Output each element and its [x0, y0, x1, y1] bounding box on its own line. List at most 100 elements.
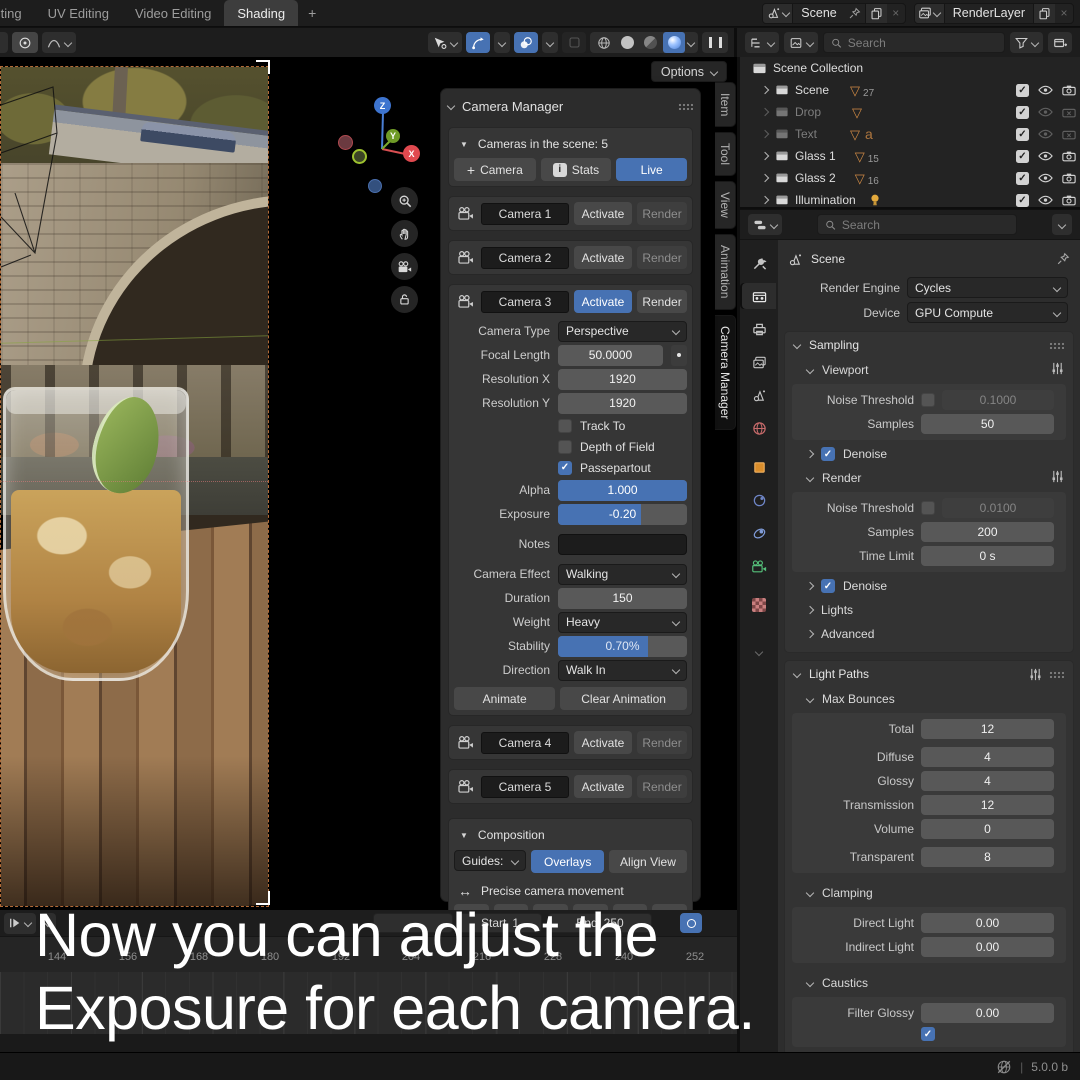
- tab-shading[interactable]: Shading: [224, 0, 298, 26]
- render-camera-1-button[interactable]: Render: [637, 202, 687, 225]
- denoise-checkbox[interactable]: [821, 579, 835, 593]
- activate-camera-2-button[interactable]: Activate: [574, 246, 632, 269]
- tab-texture-icon[interactable]: [742, 592, 776, 618]
- camera-type-dropdown[interactable]: Perspective: [558, 321, 687, 342]
- camera-name-field[interactable]: Camera 1: [481, 203, 569, 225]
- alpha-slider[interactable]: 1.000: [558, 480, 687, 501]
- camera-name-field[interactable]: Camera 4: [481, 732, 569, 754]
- camera-view-icon[interactable]: [391, 253, 418, 280]
- gizmo-y-negative[interactable]: [352, 149, 367, 164]
- tab-camera-manager[interactable]: Camera Manager: [715, 315, 736, 430]
- glossy-bounces-field[interactable]: 4: [921, 771, 1054, 791]
- camera-restrict-icon[interactable]: [1062, 106, 1076, 118]
- expand-icon[interactable]: [761, 152, 769, 160]
- tab-view-layer-icon[interactable]: [742, 349, 776, 375]
- breadcrumb-scene-label[interactable]: Scene: [811, 252, 845, 266]
- expand-icon[interactable]: [761, 196, 769, 204]
- viewport-denoise-row[interactable]: Denoise: [785, 442, 1073, 466]
- direct-light-field[interactable]: 0.00: [921, 913, 1054, 933]
- view-layer-icon[interactable]: [915, 4, 945, 23]
- tabs-overflow-chevron-icon[interactable]: [742, 639, 776, 665]
- remove-layer-icon[interactable]: ×: [1055, 6, 1073, 20]
- tab-physics-icon[interactable]: [742, 487, 776, 513]
- falloff-curve-icon[interactable]: [42, 32, 76, 53]
- properties-options-icon[interactable]: [1052, 214, 1072, 235]
- stats-button[interactable]: i Stats: [541, 158, 612, 181]
- outliner-row-glass-1[interactable]: Glass 1 ▽ 15 ✓: [740, 145, 1080, 167]
- camera-name-field[interactable]: Camera 5: [481, 776, 569, 798]
- hide-eye-icon[interactable]: [1038, 107, 1053, 117]
- gizmo-dropdown-icon[interactable]: [494, 32, 510, 53]
- light-paths-header[interactable]: Light Paths: [785, 661, 1073, 687]
- overlays-button[interactable]: Overlays: [531, 850, 603, 873]
- tab-animation[interactable]: Animation: [715, 234, 736, 309]
- overlays-dropdown-icon[interactable]: [542, 32, 558, 53]
- camera-restrict-icon[interactable]: [1062, 172, 1076, 184]
- noise-threshold-checkbox[interactable]: [921, 501, 935, 515]
- options-button[interactable]: Options: [651, 61, 727, 82]
- add-workspace-button[interactable]: +: [298, 0, 326, 26]
- panel-grip-icon[interactable]: [678, 103, 693, 110]
- unlink-scene-icon[interactable]: ×: [887, 6, 905, 20]
- camera-restrict-icon[interactable]: [1062, 84, 1076, 96]
- time-limit-field[interactable]: 0 s: [921, 546, 1054, 566]
- timeline-editor-type-icon[interactable]: [4, 913, 36, 934]
- camera-restrict-icon[interactable]: [1062, 194, 1076, 206]
- camera-border-corner-tr[interactable]: [256, 60, 270, 74]
- rendered-shading-icon[interactable]: [663, 32, 685, 53]
- caustics-checkbox[interactable]: [921, 1027, 935, 1041]
- outliner-row-drop[interactable]: Drop ▽ ✓: [740, 101, 1080, 123]
- tab-constraints-icon[interactable]: [742, 520, 776, 546]
- tab-uv-editing[interactable]: UV Editing: [35, 0, 122, 26]
- activate-camera-1-button[interactable]: Activate: [574, 202, 632, 225]
- resolution-y-field[interactable]: 1920: [558, 393, 687, 414]
- focal-length-field[interactable]: 50.0000: [558, 345, 663, 366]
- scene-name[interactable]: Scene: [793, 6, 844, 20]
- render-camera-4-button[interactable]: Render: [637, 731, 687, 754]
- render-sampling-header[interactable]: Render: [785, 466, 1073, 490]
- proportional-editing-icon[interactable]: [12, 32, 38, 53]
- presets-sliders-icon[interactable]: [1029, 668, 1042, 681]
- indirect-light-field[interactable]: 0.00: [921, 937, 1054, 957]
- resolution-x-field[interactable]: 1920: [558, 369, 687, 390]
- gizmo-z-negative[interactable]: [368, 179, 382, 193]
- add-camera-button[interactable]: + Camera: [454, 158, 536, 181]
- animate-property-icon[interactable]: [671, 345, 687, 366]
- outliner-row-scene[interactable]: Scene ▽ 27 ✓: [740, 79, 1080, 101]
- tab-video-editing[interactable]: Video Editing: [122, 0, 224, 26]
- exposure-slider[interactable]: -0.20: [558, 504, 687, 525]
- max-bounces-header[interactable]: Max Bounces: [785, 687, 1073, 711]
- transmission-bounces-field[interactable]: 12: [921, 795, 1054, 815]
- diffuse-bounces-field[interactable]: 4: [921, 747, 1054, 767]
- align-view-button[interactable]: Align View: [609, 850, 687, 873]
- exclude-checkbox[interactable]: ✓: [1016, 172, 1029, 185]
- properties-search-input[interactable]: [842, 218, 1009, 232]
- passepartout-checkbox[interactable]: [558, 461, 572, 475]
- pin-icon[interactable]: [1056, 252, 1070, 266]
- tab-world-icon[interactable]: [742, 415, 776, 441]
- tab-tool-icon[interactable]: [742, 250, 776, 276]
- outliner-display-mode-icon[interactable]: [745, 32, 779, 53]
- tab-output-icon[interactable]: [742, 316, 776, 342]
- total-bounces-field[interactable]: 12: [921, 719, 1054, 739]
- navigation-gizmo[interactable]: Z Y X: [330, 87, 440, 217]
- device-dropdown[interactable]: GPU Compute: [907, 302, 1068, 323]
- outliner-filter-icon[interactable]: [1010, 32, 1043, 53]
- outliner-row-text[interactable]: Text ▽ a ✓: [740, 123, 1080, 145]
- lights-row[interactable]: Lights: [785, 598, 1073, 622]
- cameras-count-row[interactable]: ▼ Cameras in the scene: 5: [454, 133, 687, 155]
- tab-tool[interactable]: Tool: [715, 132, 736, 176]
- sampling-panel-header[interactable]: Sampling: [785, 332, 1073, 358]
- clear-animation-button[interactable]: Clear Animation: [560, 687, 687, 710]
- gizmos-toggle-icon[interactable]: [466, 32, 490, 53]
- live-button[interactable]: Live: [616, 158, 687, 181]
- viewport-sampling-header[interactable]: Viewport: [785, 358, 1073, 382]
- guides-dropdown[interactable]: Guides:: [454, 850, 526, 871]
- tab-render-icon[interactable]: [742, 283, 776, 309]
- render-camera-5-button[interactable]: Render: [637, 775, 687, 798]
- scene-collection-row[interactable]: Scene Collection: [740, 57, 1080, 79]
- hide-eye-icon[interactable]: [1038, 173, 1053, 183]
- zoom-icon[interactable]: [391, 187, 418, 214]
- tab-item[interactable]: Item: [715, 82, 736, 127]
- render-engine-dropdown[interactable]: Cycles: [907, 277, 1068, 298]
